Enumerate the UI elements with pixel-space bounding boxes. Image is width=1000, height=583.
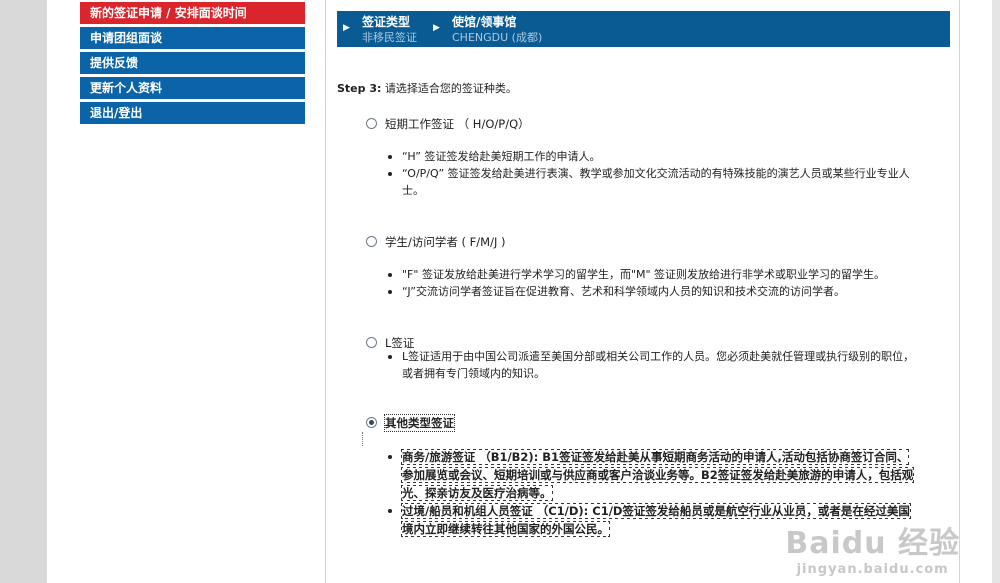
list-item: “O/P/Q” 签证签发给赴美进行表演、教学或参加文化交流活动的有特殊技能的演艺… (386, 165, 911, 199)
chevron-right-icon: ▶ (433, 23, 440, 33)
nav-item-logout[interactable]: 退出/登出 (80, 102, 305, 124)
watermark-url: jingyan.baidu.com (796, 562, 949, 577)
nav-item-group-interview[interactable]: 申请团组面谈 (80, 27, 305, 49)
radio-l[interactable] (366, 337, 377, 348)
l-bullet-list: L签证适用于由中国公司派遣至美国分部或相关公司工作的人员。您必须赴美就任管理或执… (386, 348, 921, 382)
content-right-border (959, 0, 960, 583)
list-item-text: 商务/旅游签证 （B1/B2): B1签证签发给赴美从事短期商务活动的申请人,活… (400, 449, 915, 501)
baidu-watermark: Baidu 经验 jingyan.baidu.com (785, 518, 960, 577)
option-label: 短期工作签证 （ H/O/P/Q） (385, 117, 530, 131)
breadcrumb-value: 非移民签证 (362, 31, 417, 44)
nav-item-new-application[interactable]: 新的签证申请 / 安排面谈时间 (80, 2, 305, 24)
nav-item-update-profile[interactable]: 更新个人资料 (80, 77, 305, 99)
list-item: “H” 签证签发给赴美短期工作的申请人。 (386, 148, 911, 165)
radio-other[interactable] (366, 417, 377, 428)
column-divider (325, 0, 326, 583)
student-bullet-list: "F" 签证发放给赴美进行学术学习的留学生，而"M" 签证则发放给进行非学术或职… (386, 266, 926, 300)
breadcrumb-title: 签证类型 (362, 15, 411, 29)
list-item: “J”交流访问学者签证旨在促进教育、艺术和科学领域内人员的知识和技术交流的访问学… (386, 283, 926, 300)
step-instruction: Step 3: 请选择适合您的签证种类。 (337, 80, 517, 96)
breadcrumb-value: CHENGDU (成都) (452, 31, 543, 44)
chevron-right-icon: ▶ (343, 23, 350, 33)
left-navigation: 新的签证申请 / 安排面谈时间 申请团组面谈 提供反馈 更新个人资料 退出/登出 (80, 2, 305, 127)
radio-work[interactable] (366, 118, 377, 129)
step-text: 请选择适合您的签证种类。 (381, 82, 517, 95)
radio-student[interactable] (366, 236, 377, 247)
list-item: 商务/旅游签证 （B1/B2): B1签证签发给赴美从事短期商务活动的申请人,活… (386, 448, 916, 502)
nav-item-feedback[interactable]: 提供反馈 (80, 52, 305, 74)
text-cursor (362, 432, 365, 446)
breadcrumb-title: 使馆/领事馆 (452, 15, 517, 29)
list-item: "F" 签证发放给赴美进行学术学习的留学生，而"M" 签证则发放给进行非学术或职… (386, 266, 926, 283)
list-item: L签证适用于由中国公司派遣至美国分部或相关公司工作的人员。您必须赴美就任管理或执… (386, 348, 921, 382)
right-gutter (992, 0, 1000, 583)
step-number: Step 3: (337, 82, 382, 95)
option-label: 其他类型签证 (384, 414, 455, 432)
breadcrumb: ▶ 签证类型 非移民签证 ▶ 使馆/领事馆 CHENGDU (成都) (337, 11, 950, 47)
watermark-brand: Baidu 经验 (785, 526, 960, 561)
option-label: 学生/访问学者 ( F/M/J ) (385, 235, 506, 249)
work-bullet-list: “H” 签证签发给赴美短期工作的申请人。 “O/P/Q” 签证签发给赴美进行表演… (386, 148, 911, 199)
